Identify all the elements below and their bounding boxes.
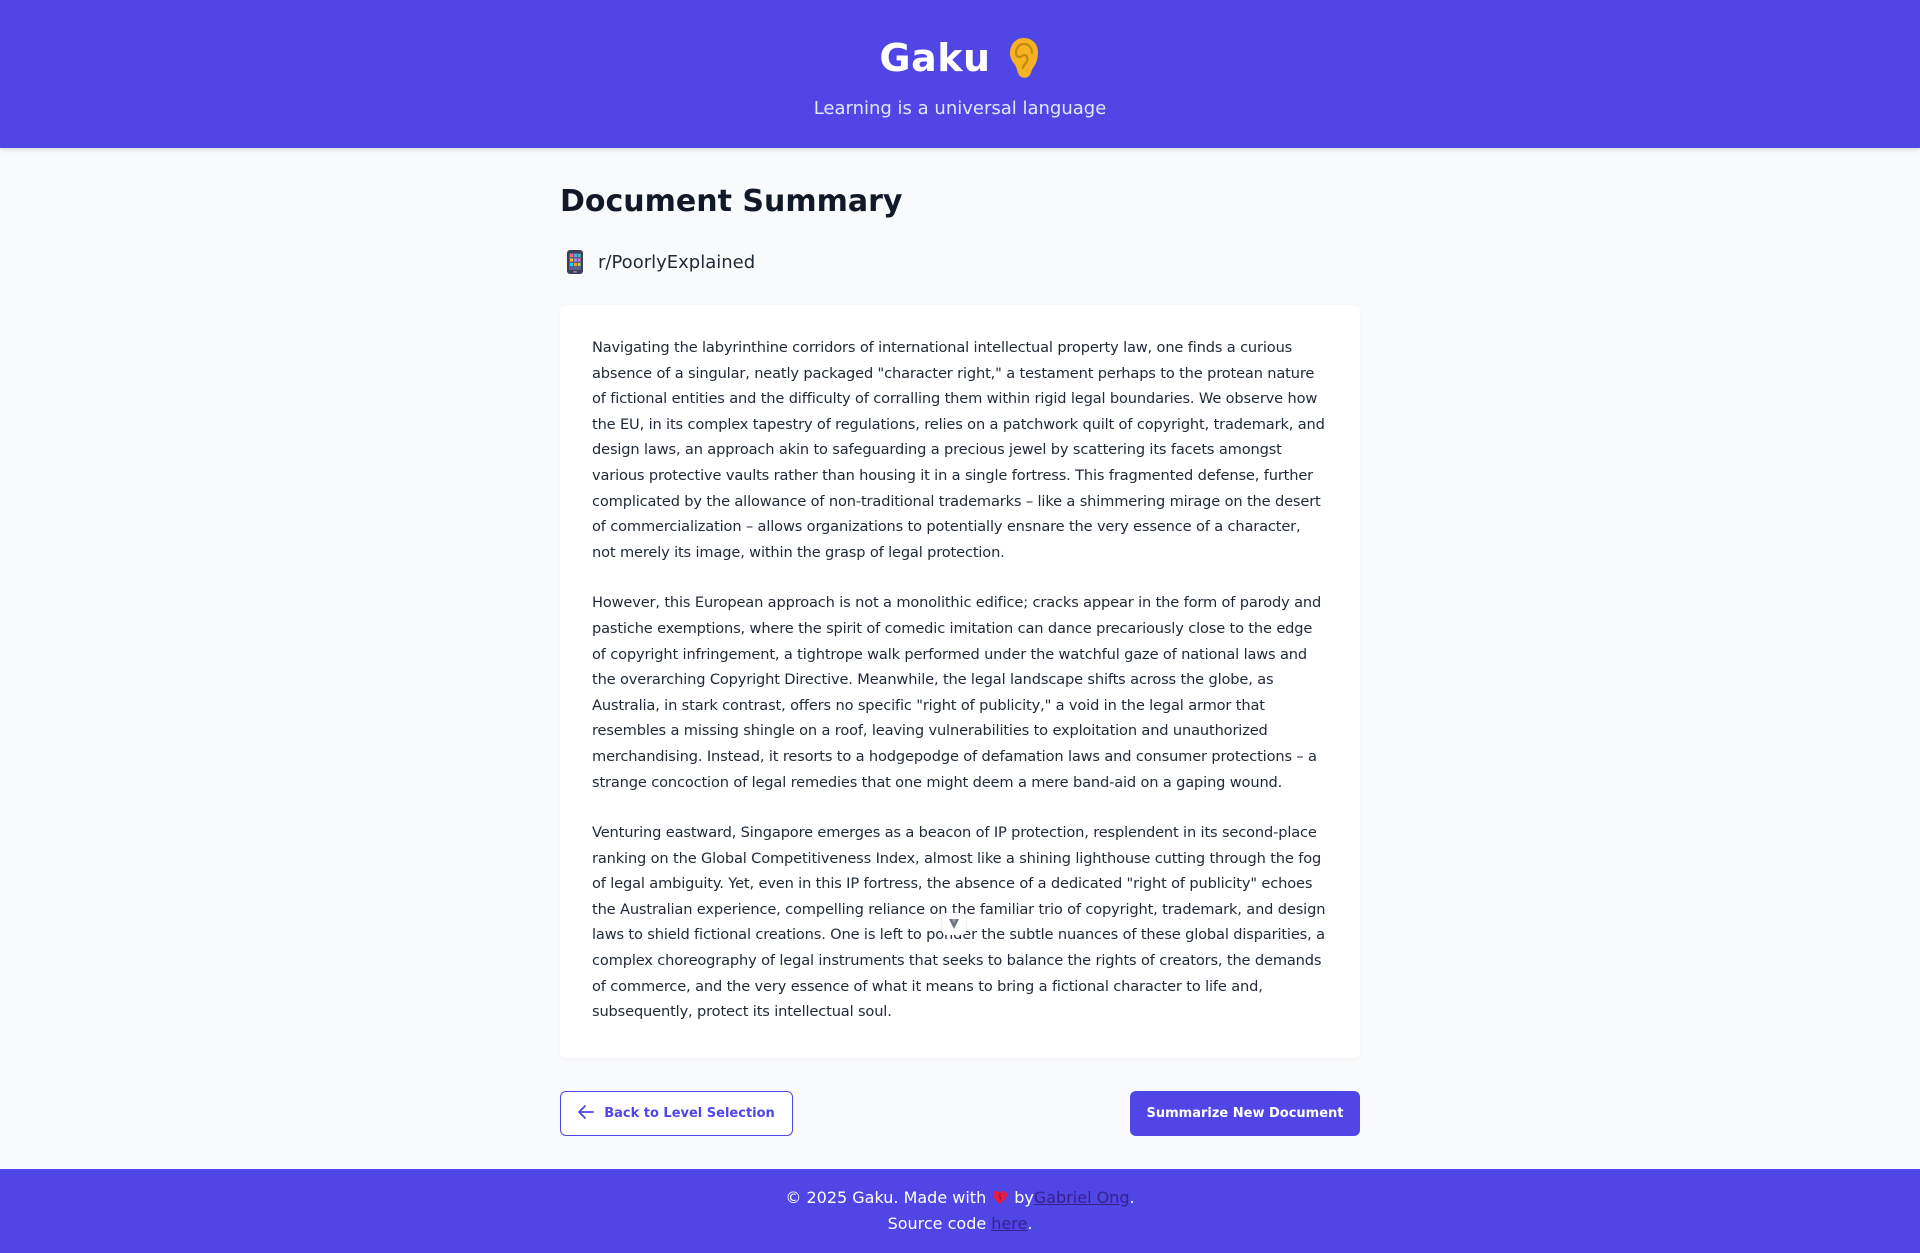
source-row: r/PoorlyExplained bbox=[566, 248, 755, 276]
mobile-phone-icon bbox=[566, 249, 584, 275]
heart-icon bbox=[992, 1190, 1008, 1205]
tagline: Learning is a universal language bbox=[813, 98, 1107, 119]
summary-paragraph: Navigating the labyrinthine corridors of… bbox=[592, 339, 1325, 561]
summary-paragraph: However, this European approach is not a… bbox=[592, 594, 1322, 791]
page-title: Document Summary bbox=[560, 184, 903, 219]
cursor-pointer-icon bbox=[942, 913, 966, 935]
brand: Gaku bbox=[0, 32, 1920, 84]
site-header: Gaku Learning is a universal language bbox=[0, 0, 1920, 148]
action-bar: Back to Level Selection Summarize New Do… bbox=[560, 1091, 1360, 1136]
source-code-link[interactable]: here bbox=[991, 1214, 1027, 1233]
back-button-label: Back to Level Selection bbox=[604, 1106, 775, 1121]
summary-card: Navigating the labyrinthine corridors of… bbox=[560, 305, 1360, 1058]
footer-by: by bbox=[1014, 1188, 1034, 1207]
footer-copyright: © 2025 Gaku. Made with bbox=[785, 1188, 987, 1207]
site-footer: © 2025 Gaku. Made with by Gabriel Ong. S… bbox=[0, 1169, 1920, 1253]
author-link[interactable]: Gabriel Ong bbox=[1034, 1188, 1130, 1207]
footer-credits: © 2025 Gaku. Made with by Gabriel Ong. bbox=[0, 1188, 1920, 1207]
brand-name: Gaku bbox=[879, 36, 991, 80]
source-label: r/PoorlyExplained bbox=[598, 251, 756, 273]
back-to-level-selection-button[interactable]: Back to Level Selection bbox=[560, 1091, 793, 1136]
footer-source-text: Source code bbox=[887, 1214, 987, 1233]
footer-source-period: . bbox=[1027, 1214, 1033, 1233]
arrow-left-icon bbox=[578, 1104, 595, 1123]
footer-source: Source code here. bbox=[0, 1214, 1920, 1233]
footer-period: . bbox=[1129, 1188, 1135, 1207]
ear-icon bbox=[1007, 36, 1041, 80]
new-document-button-label: Summarize New Document bbox=[1146, 1106, 1344, 1121]
summarize-new-document-button[interactable]: Summarize New Document bbox=[1130, 1091, 1360, 1136]
